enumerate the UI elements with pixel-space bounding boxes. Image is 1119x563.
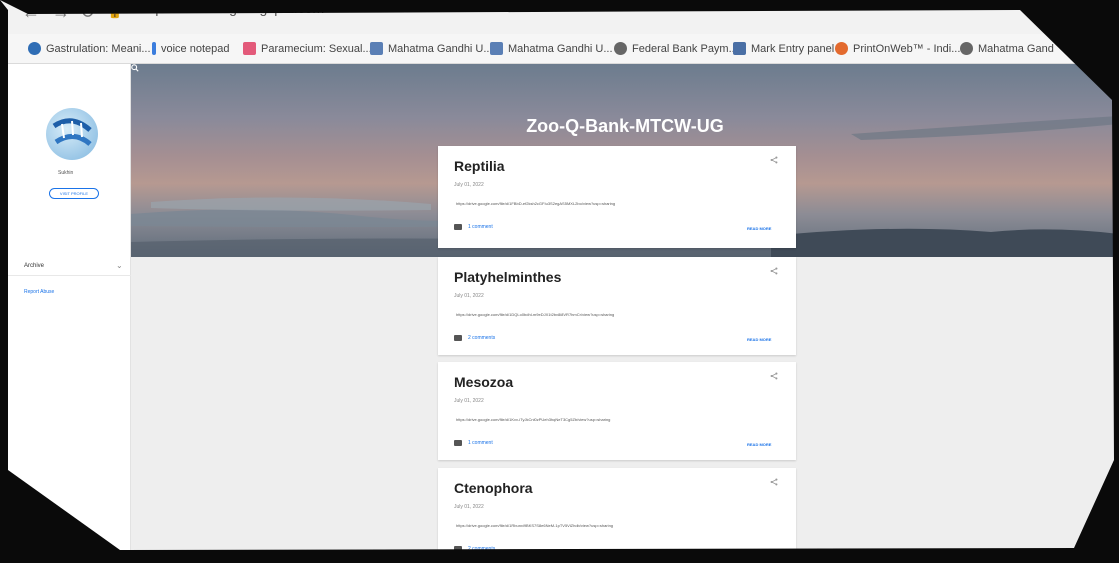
read-more-link[interactable]: READ MORE <box>747 226 771 231</box>
post-title[interactable]: Ctenophora <box>454 480 533 496</box>
blog-title: Zoo-Q-Bank-MTCW-UG <box>526 116 724 136</box>
post-date: July 01, 2022 <box>454 182 484 188</box>
post-date: July 01, 2022 <box>454 504 484 510</box>
post-card: Reptilia July 01, 2022 https://drive.goo… <box>438 146 796 248</box>
avatar[interactable] <box>46 108 98 160</box>
post-date: July 01, 2022 <box>454 293 484 299</box>
wordpress-icon <box>28 42 41 55</box>
globe-icon <box>960 42 973 55</box>
search-icon[interactable] <box>131 64 139 72</box>
bookmark-item[interactable]: Paramecium: Sexual... <box>243 42 372 55</box>
bookmark-item[interactable]: PrintOnWeb™ - Indi... <box>835 42 960 55</box>
comments-link[interactable]: 2 comments <box>454 335 495 341</box>
bookmark-item[interactable]: Mark Entry panel <box>733 42 834 55</box>
post-title[interactable]: Platyhelminthes <box>454 269 561 285</box>
url-field[interactable]: zooqbankmtcwug.blogspot.com <box>128 0 324 16</box>
comment-icon <box>454 224 462 230</box>
back-icon[interactable]: ← <box>22 2 40 23</box>
share-icon[interactable] <box>770 478 778 486</box>
read-more-link[interactable]: READ MORE <box>747 442 771 447</box>
post-link[interactable]: https://drive.google.com/file/d/1Rbunxi9… <box>456 523 613 528</box>
post-card: Platyhelminthes July 01, 2022 https://dr… <box>438 257 796 355</box>
reload-icon[interactable]: ↻ <box>80 2 95 23</box>
post-title[interactable]: Reptilia <box>454 158 505 174</box>
university-icon <box>370 42 383 55</box>
bookmark-item[interactable]: Mahatma Gandhi U... <box>490 42 613 55</box>
bookmarks-bar: Gastrulation: Meani... voice notepad Par… <box>0 34 1119 64</box>
comments-link[interactable]: 1 comment <box>454 224 493 230</box>
sidebar: Sukhin VISIT PROFILE Archive ⌄ Report Ab… <box>0 64 131 563</box>
bookmark-item[interactable]: voice notepad <box>152 42 230 55</box>
forward-icon[interactable]: → <box>52 2 70 23</box>
post-link[interactable]: https://drive.google.com/file/d/1DQLo0bd… <box>456 312 614 317</box>
comments-link[interactable]: 1 comment <box>454 440 493 446</box>
read-more-link[interactable]: READ MORE <box>747 548 771 553</box>
visit-profile-button[interactable]: VISIT PROFILE <box>49 188 99 199</box>
profile-name: Sukhin <box>58 170 74 176</box>
university-icon <box>490 42 503 55</box>
archive-dropdown[interactable]: Archive ⌄ <box>0 258 131 276</box>
microphone-icon <box>152 42 156 55</box>
dna-image <box>52 118 92 146</box>
post-link[interactable]: https://drive.google.com/file/d/1FBbD-ef… <box>456 201 615 206</box>
post-card: Ctenophora July 01, 2022 https://drive.g… <box>438 468 796 563</box>
comment-icon <box>454 335 462 341</box>
share-icon[interactable] <box>770 156 778 164</box>
blog-page: Zoo-Q-Bank-MTCW-UG Sukhin VISIT PROFILE … <box>0 64 1119 563</box>
bookmark-item[interactable]: Gastrulation: Meani... <box>28 42 151 55</box>
post-link[interactable]: https://drive.google.com/file/d/1Kvv-iTy… <box>456 417 610 422</box>
bookmark-item[interactable]: Mahatma Gand <box>960 42 1054 55</box>
share-icon[interactable] <box>770 267 778 275</box>
university-icon <box>733 42 746 55</box>
comments-link[interactable]: 2 comments <box>454 546 495 552</box>
bookmark-item[interactable]: Federal Bank Paym... <box>614 42 738 55</box>
post-card: Mesozoa July 01, 2022 https://drive.goog… <box>438 362 796 460</box>
report-abuse-link[interactable]: Report Abuse <box>24 289 54 295</box>
scribd-icon <box>243 42 256 55</box>
globe-icon <box>614 42 627 55</box>
comment-icon <box>454 546 462 552</box>
post-title[interactable]: Mesozoa <box>454 374 513 390</box>
comment-icon <box>454 440 462 446</box>
archive-label: Archive <box>24 263 45 269</box>
share-icon[interactable] <box>770 372 778 380</box>
lock-icon: 🔒 <box>108 7 122 19</box>
printonweb-icon <box>835 42 848 55</box>
browser-address-bar: ← → ↻ 🔒 zooqbankmtcwug.blogspot.com <box>0 0 1119 34</box>
post-date: July 01, 2022 <box>454 398 484 404</box>
bookmark-item[interactable]: Mahatma Gandhi U... <box>370 42 493 55</box>
read-more-link[interactable]: READ MORE <box>747 337 771 342</box>
chevron-down-icon: ⌄ <box>116 261 123 270</box>
